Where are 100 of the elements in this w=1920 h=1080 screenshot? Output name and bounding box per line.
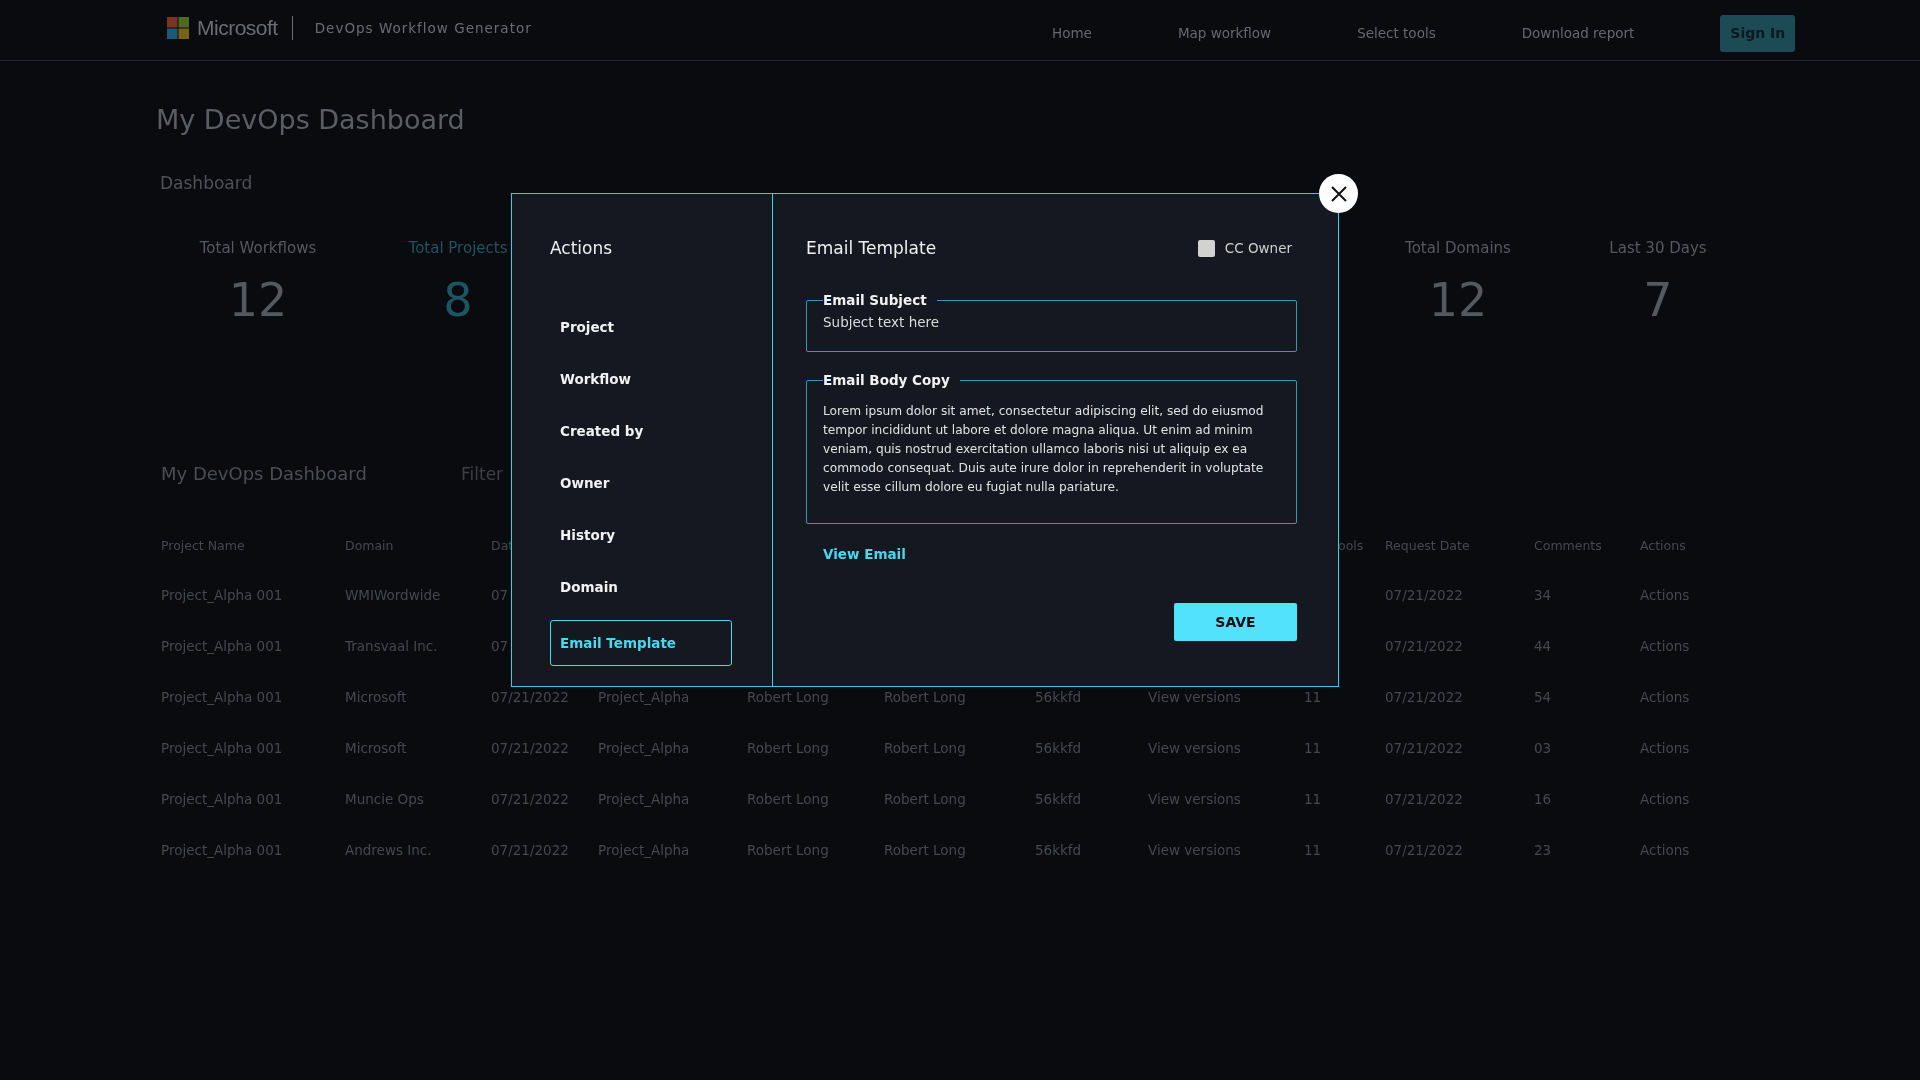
column-header: ools [1338, 538, 1364, 553]
nav-link[interactable]: Download report [1521, 25, 1635, 41]
actions-link[interactable]: Actions [1640, 842, 1690, 858]
table-cell: Robert Long [884, 842, 966, 858]
page-title: My DevOps Dashboard [156, 104, 466, 135]
table-cell: 56kkfd [1035, 740, 1082, 756]
nav-link[interactable]: Map workflow [1177, 25, 1272, 41]
table-cell: Robert Long [747, 791, 829, 807]
table-cell: Project_Alpha 001 [161, 740, 283, 756]
table-cell: Project_Alpha [598, 740, 690, 756]
nav-link[interactable]: Select tools [1357, 25, 1436, 41]
table-cell: Robert Long [747, 842, 829, 858]
body-field[interactable] [806, 372, 1297, 524]
stat-value: 7 [1643, 273, 1673, 327]
column-header: Domain [345, 538, 394, 553]
menu-item[interactable]: Project [550, 306, 712, 348]
microsoft-logo-icon [167, 17, 189, 39]
table-cell: 07/21/2022 [491, 689, 569, 705]
actions-link[interactable]: Actions [1640, 791, 1690, 807]
checkbox-label: CC Owner [1224, 240, 1292, 256]
table-cell: Project_Alpha 001 [161, 587, 283, 603]
dialog-title: Email Template [806, 238, 937, 258]
table-cell: 07/21/2022 [1385, 587, 1463, 603]
actions-link[interactable]: Actions [1640, 638, 1690, 654]
stat-value: 12 [1428, 273, 1488, 327]
nav-link[interactable]: Home [1052, 25, 1092, 41]
column-header: Comments [1534, 538, 1602, 553]
table-cell: View versions [1148, 791, 1241, 807]
actions-link[interactable]: Actions [1640, 587, 1690, 603]
table-cell: View versions [1148, 689, 1241, 705]
column-header: Actions [1640, 538, 1686, 553]
brand-name: Microsoft [197, 16, 278, 40]
stat-label: Total Domains [1405, 239, 1511, 257]
table-cell: 07/21/2022 [1385, 638, 1463, 654]
stat-label: Total Workflows [199, 239, 317, 257]
table-cell: 11 [1304, 842, 1322, 858]
menu-item[interactable]: Owner [550, 462, 712, 504]
table-cell: 07/21/2022 [491, 740, 569, 756]
table-cell: 11 [1304, 740, 1322, 756]
table-cell: Muncie Ops [345, 791, 424, 807]
table-cell: Project_Alpha [598, 791, 690, 807]
save-button[interactable]: SAVE [1174, 603, 1297, 641]
table-cell: Andrews Inc. [345, 842, 432, 858]
subject-field[interactable]: Email Subject Subject text here [806, 292, 1297, 352]
table-cell: 56kkfd [1035, 842, 1082, 858]
stat-label: Total Projects [408, 239, 508, 257]
table-cell: Project_Alpha [598, 842, 690, 858]
section-label: Dashboard [160, 173, 254, 193]
app-title: DevOps Workflow Generator [314, 20, 532, 36]
menu-item[interactable]: Created by [550, 410, 712, 452]
table-cell: 07/21/2022 [491, 791, 569, 807]
table-title: My DevOps Dashboard [161, 463, 368, 484]
field-label: Email Body Copy [823, 372, 951, 388]
stat-label: Last 30 Days [1609, 239, 1707, 257]
table-cell: View versions [1148, 842, 1241, 858]
column-header: Project Name [161, 538, 245, 553]
table-cell: Robert Long [884, 791, 966, 807]
table-cell: Robert Long [747, 740, 829, 756]
menu-title: Actions [550, 238, 614, 258]
subject-input[interactable]: Subject text here [823, 308, 1280, 330]
checkbox[interactable] [1197, 239, 1215, 257]
table-cell: 11 [1304, 689, 1322, 705]
table-cell: 23 [1534, 842, 1552, 858]
menu-item[interactable]: Email Template [550, 620, 732, 666]
stat-value: 8 [443, 273, 473, 327]
table-cell: 11 [1304, 791, 1322, 807]
table-cell: 07/21/2022 [491, 842, 569, 858]
table-cell: Microsoft [345, 689, 407, 705]
table-cell: Robert Long [747, 689, 829, 705]
table-cell: 07 [491, 638, 509, 654]
table-cell: Transvaal Inc. [345, 638, 438, 654]
table-cell: 56kkfd [1035, 791, 1082, 807]
table-cell: Project_Alpha 001 [161, 842, 283, 858]
table-cell: 34 [1534, 587, 1552, 603]
menu-item[interactable]: Domain [550, 566, 712, 608]
table-cell: Project_Alpha 001 [161, 638, 283, 654]
table-cell: 07/21/2022 [1385, 740, 1463, 756]
field-label: Email Subject [823, 292, 928, 308]
table-cell: WMIWordwide [345, 587, 441, 603]
menu-item[interactable]: Workflow [550, 358, 712, 400]
close-icon [1330, 185, 1347, 202]
actions-link[interactable]: Actions [1640, 689, 1690, 705]
table-cell: 07 [491, 587, 509, 603]
table-cell: Project_Alpha 001 [161, 791, 283, 807]
table-cell: 07/21/2022 [1385, 842, 1463, 858]
menu-item[interactable]: History [550, 514, 712, 556]
table-cell: View versions [1148, 740, 1241, 756]
actions-link[interactable]: Actions [1640, 740, 1690, 756]
column-header: Request Date [1385, 538, 1470, 553]
table-cell: 56kkfd [1035, 689, 1082, 705]
close-button[interactable] [1319, 174, 1358, 213]
stat-value: 12 [228, 273, 288, 327]
table-cell: Microsoft [345, 740, 407, 756]
table-cell: 44 [1534, 638, 1552, 654]
table-cell: 54 [1534, 689, 1552, 705]
table-cell: Robert Long [884, 740, 966, 756]
table-cell: 07/21/2022 [1385, 689, 1463, 705]
table-cell: 16 [1534, 791, 1552, 807]
table-cell: 03 [1534, 740, 1552, 756]
view-email-link[interactable]: View Email [823, 546, 906, 562]
